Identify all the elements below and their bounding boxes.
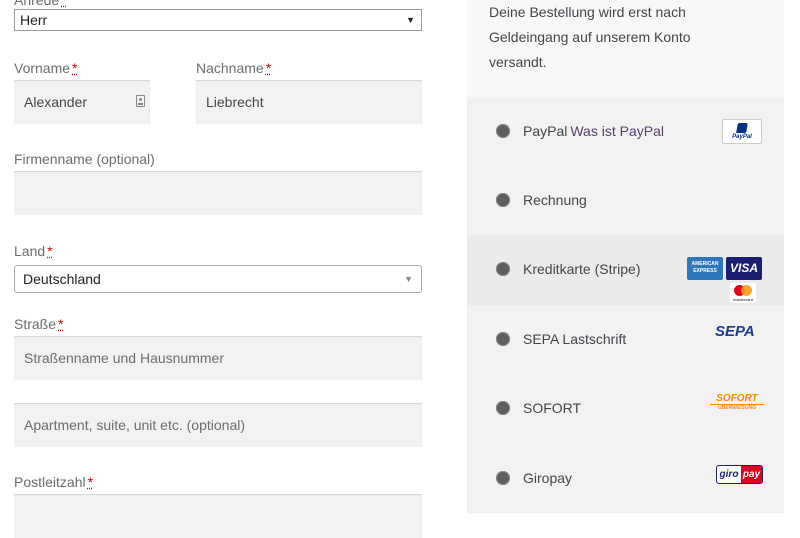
mastercard-logo-icon: mastercard [730, 283, 756, 303]
lastname-label: Nachname * [196, 60, 272, 76]
info-line: versandt. [489, 54, 547, 70]
company-label: Firmenname (optional) [14, 151, 155, 167]
radio-button[interactable] [496, 124, 510, 138]
sepa-logo-icon: SEPA [715, 323, 755, 340]
postcode-label: Postleitzahl * [14, 474, 94, 490]
street-placeholder: Straßenname und Hausnummer [24, 350, 224, 366]
paypal-logo-icon: PayPal [722, 119, 762, 144]
payment-label-sepa: SEPA Lastschrift [523, 331, 627, 347]
country-select[interactable]: Deutschland ▼ [14, 265, 422, 293]
payment-method-giropay[interactable]: Giropay giro pay [467, 443, 784, 513]
payment-label-kreditkarte: Kreditkarte (Stripe) [523, 261, 641, 277]
lastname-value: Liebrecht [206, 94, 264, 110]
contact-card-icon[interactable] [136, 95, 145, 107]
salutation-label: Anrede * [14, 0, 67, 8]
apartment-placeholder: Apartment, suite, unit etc. (optional) [24, 417, 245, 433]
apartment-input[interactable]: Apartment, suite, unit etc. (optional) [14, 403, 422, 447]
payment-label-paypal: PayPal Was ist PayPal [523, 123, 664, 139]
firstname-input[interactable]: Alexander [14, 80, 150, 124]
radio-button[interactable] [496, 332, 510, 346]
radio-button[interactable] [496, 471, 510, 485]
postcode-input[interactable] [14, 494, 422, 538]
company-input[interactable] [14, 171, 422, 215]
payment-method-paypal[interactable]: PayPal Was ist PayPal PayPal [467, 98, 784, 168]
salutation-select[interactable]: Herr ▼ [14, 9, 422, 31]
country-label: Land * [14, 243, 53, 259]
lastname-input[interactable]: Liebrecht [196, 80, 422, 124]
payment-method-rechnung[interactable]: Rechnung [467, 166, 784, 236]
visa-logo-icon: VISA [726, 257, 762, 280]
radio-button[interactable] [496, 262, 510, 276]
payment-label-giropay: Giropay [523, 470, 573, 486]
info-line: Deine Bestellung wird erst nach [489, 4, 686, 20]
salutation-value: Herr [20, 12, 48, 28]
payment-method-kreditkarte[interactable]: Kreditkarte (Stripe) AMERICAN EXPRESS VI… [467, 235, 784, 305]
dropdown-arrow-icon: ▼ [404, 274, 413, 284]
payment-info-box: Deine Bestellung wird erst nach Geldeing… [467, 0, 784, 98]
street-input[interactable]: Straßenname und Hausnummer [14, 336, 422, 380]
sofort-logo-icon: SOFORT ÜBERWEISUNG [710, 393, 764, 413]
amex-logo-icon: AMERICAN EXPRESS [687, 257, 723, 280]
radio-button[interactable] [496, 401, 510, 415]
giropay-logo-icon: giro pay [716, 465, 763, 484]
firstname-value: Alexander [24, 94, 88, 110]
street-label: Straße * [14, 316, 64, 332]
dropdown-arrow-icon: ▼ [406, 15, 415, 25]
firstname-label: Vorname * [14, 60, 78, 76]
what-is-paypal-link[interactable]: Was ist PayPal [570, 123, 664, 139]
info-line: Geldeingang auf unserem Konto [489, 29, 691, 45]
payment-method-sofort[interactable]: SOFORT SOFORT ÜBERWEISUNG [467, 374, 784, 444]
payment-method-sepa[interactable]: SEPA Lastschrift SEPA [467, 305, 784, 375]
radio-button[interactable] [496, 193, 510, 207]
payment-label-sofort: SOFORT [523, 400, 582, 416]
payment-label-rechnung: Rechnung [523, 192, 587, 208]
payment-method-list: PayPal Was ist PayPal PayPal Rechnung Kre… [467, 98, 784, 513]
country-value: Deutschland [23, 271, 101, 287]
